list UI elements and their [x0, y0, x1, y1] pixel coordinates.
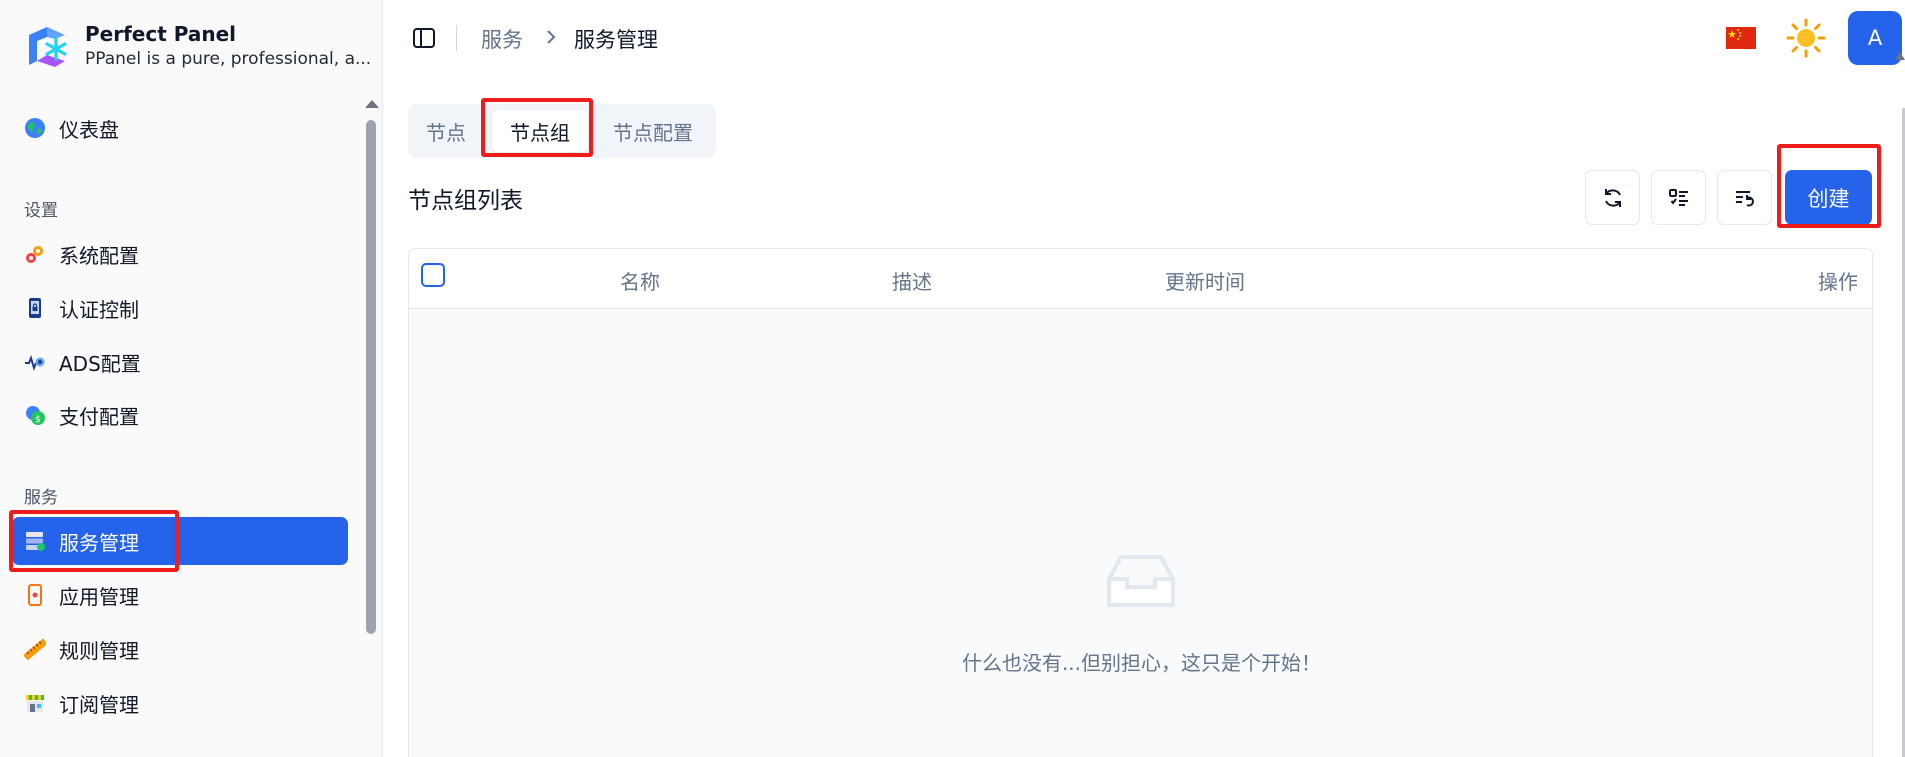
column-header-updated-at[interactable]: 更新时间	[1165, 266, 1245, 295]
sidebar-item-app-management[interactable]: 应用管理	[12, 571, 348, 619]
brand-subtitle: PPanel is a pure, professional, a...	[85, 49, 372, 69]
sidebar-item-auth-control[interactable]: 认证控制	[12, 284, 348, 332]
tab-node-config[interactable]: 节点配置	[598, 110, 708, 152]
lock-phone-icon	[24, 297, 46, 319]
sidebar-item-rule-management[interactable]: 规则管理	[12, 625, 348, 673]
refresh-button[interactable]	[1585, 170, 1640, 225]
create-button[interactable]: 创建	[1785, 170, 1872, 225]
brand[interactable]: Perfect Panel PPanel is a pure, professi…	[25, 18, 371, 74]
nav-section-service: 服务	[24, 488, 58, 508]
sidebar-item-label: 订阅管理	[59, 692, 139, 717]
select-all-checkbox[interactable]	[421, 263, 445, 287]
sidebar-item-dashboard[interactable]: 仪表盘	[12, 104, 348, 152]
ruler-icon	[24, 638, 46, 660]
sidebar-item-service-management[interactable]: 服务管理	[12, 517, 348, 565]
main-scrollbar[interactable]	[1895, 52, 1905, 757]
sidebar-scroll-thumb[interactable]	[366, 120, 376, 634]
scroll-up-arrow-icon[interactable]	[1895, 52, 1905, 60]
sidebar-item-subscription-management[interactable]: 订阅管理	[12, 679, 348, 727]
reset-order-button[interactable]	[1717, 170, 1772, 225]
sidebar-item-label: 规则管理	[59, 638, 139, 663]
reset-list-icon	[1735, 190, 1754, 206]
globe-icon	[24, 117, 46, 139]
china-flag-icon[interactable]	[1726, 27, 1756, 49]
app-window: Perfect Panel PPanel is a pure, professi…	[0, 0, 1905, 757]
nav-section-settings: 设置	[24, 201, 58, 221]
tab-bar: 节点 节点组 节点配置	[408, 104, 716, 158]
sun-icon[interactable]	[1786, 18, 1826, 58]
sidebar-toggle-icon[interactable]	[412, 26, 436, 50]
mobile-app-icon	[24, 584, 46, 606]
chevron-right-icon	[547, 30, 556, 44]
column-header-name[interactable]: 名称	[620, 266, 660, 295]
sidebar-item-label: 系统配置	[59, 243, 139, 268]
sidebar-item-system-config[interactable]: 系统配置	[12, 230, 348, 278]
sidebar-item-label: 服务管理	[59, 530, 139, 555]
column-header-actions: 操作	[1818, 270, 1858, 294]
empty-inbox-icon	[1107, 555, 1175, 607]
sidebar-item-label: ADS配置	[59, 351, 141, 376]
server-icon	[24, 530, 46, 552]
table-header: 名称 描述 更新时间 操作	[409, 249, 1872, 309]
avatar[interactable]: A	[1848, 11, 1902, 65]
sidebar-item-ads-config[interactable]: ADS配置	[12, 338, 348, 386]
empty-state-message: 什么也没有...但别担心，这只是个开始！	[961, 651, 1322, 675]
scroll-up-arrow-icon[interactable]	[365, 100, 379, 108]
sidebar-item-label: 应用管理	[59, 584, 139, 609]
sidebar-item-label: 认证控制	[59, 297, 139, 322]
payment-icon: $	[24, 404, 46, 426]
sidebar-item-payment-config[interactable]: $ 支付配置	[12, 391, 348, 439]
breadcrumb-service[interactable]: 服务	[481, 24, 523, 54]
column-header-description[interactable]: 描述	[892, 266, 932, 295]
tab-nodes[interactable]: 节点	[416, 110, 476, 152]
brand-logo-icon	[29, 27, 67, 67]
sidebar-item-label: 仪表盘	[59, 117, 119, 142]
page-title: 节点组列表	[408, 188, 523, 214]
header-divider	[456, 25, 457, 51]
column-settings-button[interactable]	[1651, 170, 1706, 225]
refresh-icon	[1604, 188, 1621, 207]
brand-title: Perfect Panel	[85, 22, 237, 46]
column-list-icon	[1668, 188, 1688, 206]
table-body-empty: 什么也没有...但别担心，这只是个开始！	[409, 309, 1872, 757]
breadcrumb-service-management: 服务管理	[574, 28, 658, 52]
tab-node-groups[interactable]: 节点组	[492, 110, 588, 152]
gears-icon	[24, 243, 46, 265]
store-icon	[24, 692, 46, 714]
top-header: 服务 服务管理 A	[384, 0, 1905, 76]
sidebar-item-label: 支付配置	[59, 404, 139, 429]
sidebar-scrollbar[interactable]	[363, 96, 379, 757]
svg-text:$: $	[35, 415, 41, 425]
ads-icon	[24, 351, 46, 373]
sidebar: Perfect Panel PPanel is a pure, professi…	[0, 0, 383, 757]
node-group-table: 名称 描述 更新时间 操作 什么也没有...但别担心，这只是个开始！	[408, 248, 1873, 757]
